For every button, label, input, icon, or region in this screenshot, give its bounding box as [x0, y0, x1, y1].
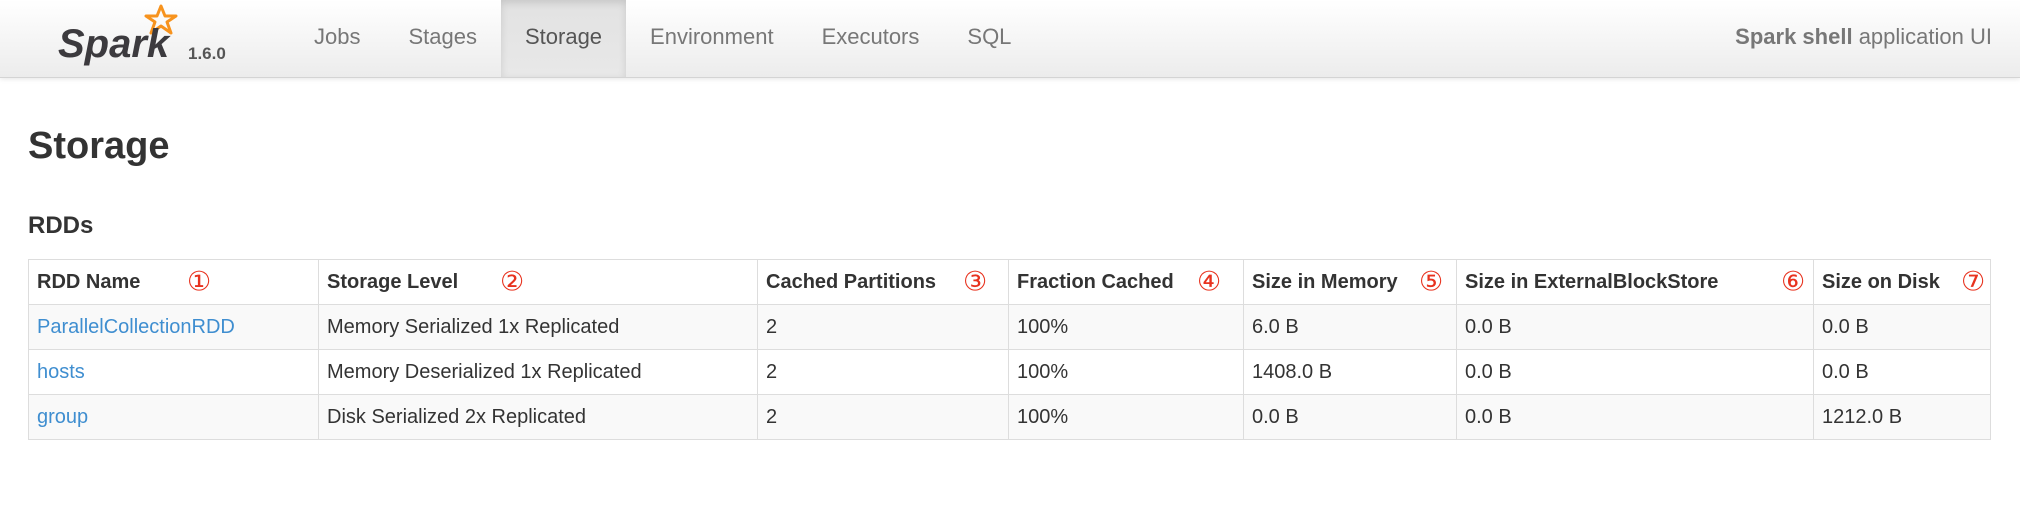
application-title: Spark shell application UI	[1735, 0, 1992, 74]
column-header-size-on-disk[interactable]: Size on Disk ⑦	[1813, 259, 1991, 305]
size-on-disk-cell: 1212.0 B	[1813, 394, 1991, 440]
rdd-name-cell: group	[28, 394, 319, 440]
column-header-size-in-externalblockstore[interactable]: Size in ExternalBlockStore ⑥	[1456, 259, 1814, 305]
size-in-memory-cell: 1408.0 B	[1243, 349, 1457, 395]
main-nav: Jobs Stages Storage Environment Executor…	[290, 0, 1035, 77]
column-header-rdd-name[interactable]: RDD Name ①	[28, 259, 319, 305]
rdd-name-link[interactable]: hosts	[37, 361, 85, 383]
callout-marker: ①	[187, 266, 212, 298]
column-header-size-in-memory[interactable]: Size in Memory ⑤	[1243, 259, 1457, 305]
cached-partitions-cell: 2	[757, 394, 1009, 440]
nav-tab-sql[interactable]: SQL	[943, 0, 1035, 77]
storage-level-cell: Memory Serialized 1x Replicated	[318, 304, 758, 350]
fraction-cached-cell: 100%	[1008, 349, 1244, 395]
size-in-externalblockstore-cell: 0.0 B	[1456, 304, 1814, 350]
callout-marker: ③	[963, 266, 988, 298]
app-name: Spark shell	[1735, 24, 1853, 49]
table-row: hosts Memory Deserialized 1x Replicated …	[28, 349, 1991, 395]
column-header-label: Size in Memory	[1252, 270, 1398, 293]
spark-logo-icon: Spark	[58, 4, 178, 66]
storage-level-cell: Memory Deserialized 1x Replicated	[318, 349, 758, 395]
column-header-storage-level[interactable]: Storage Level ②	[318, 259, 758, 305]
size-in-memory-cell: 0.0 B	[1243, 394, 1457, 440]
column-header-label: Cached Partitions	[766, 270, 937, 293]
rdd-name-cell: ParallelCollectionRDD	[28, 304, 319, 350]
column-header-label: Fraction Cached	[1017, 270, 1174, 293]
size-in-memory-cell: 6.0 B	[1243, 304, 1457, 350]
callout-marker: ⑥	[1781, 266, 1806, 298]
app-title-suffix: application UI	[1858, 24, 1992, 49]
fraction-cached-cell: 100%	[1008, 304, 1244, 350]
column-header-fraction-cached[interactable]: Fraction Cached ④	[1008, 259, 1244, 305]
storage-level-cell: Disk Serialized 2x Replicated	[318, 394, 758, 440]
rdd-table: RDD Name ① Storage Level ② Cached Partit…	[28, 259, 1991, 440]
rdd-name-cell: hosts	[28, 349, 319, 395]
cached-partitions-cell: 2	[757, 349, 1009, 395]
nav-tab-stages[interactable]: Stages	[384, 0, 501, 77]
column-header-label: RDD Name	[37, 270, 141, 293]
nav-tab-storage[interactable]: Storage	[500, 0, 627, 77]
size-in-externalblockstore-cell: 0.0 B	[1456, 394, 1814, 440]
column-header-label: Storage Level	[327, 270, 459, 293]
top-navbar: Spark 1.6.0 Jobs Stages Storage Environm…	[0, 0, 2020, 78]
fraction-cached-cell: 100%	[1008, 394, 1244, 440]
callout-marker: ④	[1197, 266, 1222, 298]
spark-logo-link[interactable]: Spark 1.6.0	[56, 0, 246, 77]
callout-marker: ⑤	[1419, 266, 1444, 298]
size-in-externalblockstore-cell: 0.0 B	[1456, 349, 1814, 395]
callout-marker: ⑦	[1961, 266, 1986, 298]
spark-logo-wordmark: Spark	[58, 22, 171, 66]
nav-tab-jobs[interactable]: Jobs	[290, 0, 384, 77]
size-on-disk-cell: 0.0 B	[1813, 304, 1991, 350]
page-title: Storage	[28, 125, 170, 167]
table-row: group Disk Serialized 2x Replicated 2 10…	[28, 394, 1991, 440]
column-header-label: Size in ExternalBlockStore	[1465, 270, 1719, 293]
rdd-name-link[interactable]: group	[37, 406, 88, 428]
size-on-disk-cell: 0.0 B	[1813, 349, 1991, 395]
column-header-label: Size on Disk	[1822, 270, 1940, 293]
cached-partitions-cell: 2	[757, 304, 1009, 350]
spark-version: 1.6.0	[188, 44, 226, 63]
callout-marker: ②	[500, 266, 525, 298]
nav-tab-executors[interactable]: Executors	[798, 0, 944, 77]
table-header-row: RDD Name ① Storage Level ② Cached Partit…	[28, 259, 1991, 305]
nav-tab-environment[interactable]: Environment	[626, 0, 798, 77]
rdd-name-link[interactable]: ParallelCollectionRDD	[37, 316, 235, 338]
column-header-cached-partitions[interactable]: Cached Partitions ③	[757, 259, 1009, 305]
section-title-rdds: RDDs	[28, 212, 94, 239]
table-row: ParallelCollectionRDD Memory Serialized …	[28, 304, 1991, 350]
